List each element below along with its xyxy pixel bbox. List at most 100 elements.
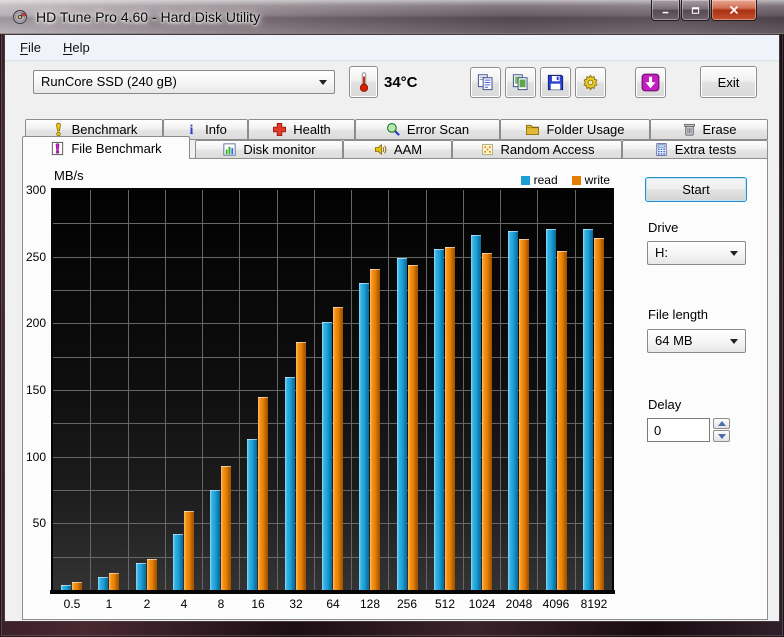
minimize-icon bbox=[660, 5, 671, 16]
tab-label: File Benchmark bbox=[71, 140, 162, 156]
svg-text:i: i bbox=[190, 122, 194, 137]
read-bar-8 bbox=[210, 490, 220, 590]
random-access-icon bbox=[480, 142, 495, 157]
disk-icon bbox=[12, 9, 28, 25]
folder-usage-icon bbox=[525, 122, 540, 137]
write-bar-1 bbox=[109, 573, 119, 590]
read-bar-2048 bbox=[508, 231, 518, 590]
read-bar-4096 bbox=[546, 229, 556, 590]
download-button[interactable] bbox=[635, 67, 666, 98]
disk-monitor-icon bbox=[222, 142, 237, 157]
window-title: HD Tune Pro 4.60 - Hard Disk Utility bbox=[36, 9, 261, 25]
maximize-icon bbox=[690, 5, 701, 16]
window-titlebar[interactable]: HD Tune Pro 4.60 - Hard Disk Utility bbox=[0, 0, 784, 34]
tab-erase[interactable]: Erase bbox=[650, 119, 768, 140]
tab-folder-usage[interactable]: Folder Usage bbox=[500, 119, 650, 140]
file-length-select-value: 64 MB bbox=[655, 333, 693, 348]
chart-baseline bbox=[50, 590, 615, 594]
spin-down-icon bbox=[717, 433, 726, 443]
read-bar-16 bbox=[247, 439, 257, 590]
copy-image-button[interactable] bbox=[505, 67, 536, 98]
maximize-button[interactable] bbox=[681, 0, 710, 21]
y-axis-labels: 50 100 150 200 250 300 bbox=[16, 183, 48, 592]
read-bar-2 bbox=[136, 563, 146, 590]
legend-swatch-read bbox=[520, 175, 530, 185]
file-length-select[interactable]: 64 MB bbox=[647, 329, 746, 353]
close-button[interactable] bbox=[711, 0, 757, 21]
y-tick-label: 250 bbox=[25, 250, 46, 264]
x-tick-label: 32 bbox=[289, 597, 303, 611]
x-tick-label: 8 bbox=[217, 597, 225, 611]
write-bar-16 bbox=[258, 397, 268, 590]
legend-item-write: write bbox=[571, 173, 610, 187]
benchmark-icon bbox=[51, 122, 66, 137]
x-tick-label: 1024 bbox=[468, 597, 496, 611]
read-bar-128 bbox=[359, 283, 369, 590]
legend-label: write bbox=[584, 173, 610, 187]
write-bar-0.5 bbox=[72, 582, 82, 590]
write-bar-8 bbox=[221, 466, 231, 590]
y-tick-label: 200 bbox=[25, 316, 46, 330]
y-tick-label: 150 bbox=[25, 383, 46, 397]
x-tick-label: 1 bbox=[105, 597, 113, 611]
copy-text-button[interactable] bbox=[470, 67, 501, 98]
settings-icon bbox=[581, 73, 600, 92]
tab-health[interactable]: Health bbox=[248, 119, 355, 140]
delay-spin-up-button[interactable] bbox=[713, 418, 730, 429]
save-button[interactable] bbox=[540, 67, 571, 98]
tab-label: Extra tests bbox=[674, 142, 737, 157]
thermometer-icon bbox=[353, 71, 375, 93]
file-length-label: File length bbox=[648, 307, 708, 322]
read-bar-512 bbox=[434, 249, 444, 590]
x-tick-label: 64 bbox=[326, 597, 340, 611]
read-bar-256 bbox=[397, 258, 407, 590]
exit-button[interactable]: Exit bbox=[700, 66, 757, 98]
y-tick-label: 300 bbox=[25, 183, 46, 197]
write-bar-8192 bbox=[594, 238, 604, 590]
screen: HD Tune Pro 4.60 - Hard Disk Utility Fil… bbox=[0, 0, 784, 637]
read-bar-32 bbox=[285, 377, 295, 590]
tab-error-scan[interactable]: Error Scan bbox=[355, 119, 500, 140]
x-tick-label: 8192 bbox=[580, 597, 608, 611]
settings-button[interactable] bbox=[575, 67, 606, 98]
x-tick-label: 16 bbox=[251, 597, 265, 611]
delay-input[interactable]: 0 bbox=[647, 418, 710, 442]
y-tick-label: 50 bbox=[32, 516, 46, 530]
dropdown-arrow-icon bbox=[730, 251, 738, 260]
tab-extra-tests[interactable]: Extra tests bbox=[622, 140, 768, 158]
tab-label: Health bbox=[293, 122, 331, 137]
health-icon bbox=[272, 122, 287, 137]
write-bar-64 bbox=[333, 307, 343, 590]
aam-icon bbox=[373, 142, 388, 157]
tab-label: Error Scan bbox=[406, 122, 470, 137]
tab-label: AAM bbox=[393, 142, 423, 157]
minimize-button[interactable] bbox=[651, 0, 680, 21]
read-bar-1024 bbox=[471, 235, 481, 590]
menu-item-help[interactable]: Help bbox=[52, 35, 101, 61]
copy-image-icon bbox=[511, 73, 530, 92]
x-tick-label: 128 bbox=[359, 597, 381, 611]
x-tick-label: 2048 bbox=[505, 597, 533, 611]
write-bar-2 bbox=[147, 559, 157, 590]
temperature-button[interactable] bbox=[349, 66, 378, 98]
write-bar-256 bbox=[408, 265, 418, 590]
download-icon bbox=[641, 73, 660, 92]
spin-up-icon bbox=[717, 417, 726, 426]
tab-aam[interactable]: AAM bbox=[343, 140, 452, 158]
menu-item-file[interactable]: File bbox=[9, 35, 52, 61]
tab-disk-monitor[interactable]: Disk monitor bbox=[195, 140, 343, 158]
tab-label: Benchmark bbox=[71, 122, 138, 137]
write-bar-512 bbox=[445, 247, 455, 590]
write-bar-128 bbox=[370, 269, 380, 590]
drive-select[interactable]: H: bbox=[647, 241, 746, 265]
tab-file-benchmark[interactable]: File Benchmark bbox=[22, 136, 190, 159]
start-button[interactable]: Start bbox=[645, 177, 747, 202]
y-axis-unit-label: MB/s bbox=[54, 168, 84, 183]
legend-label: read bbox=[533, 173, 558, 187]
delay-spin-down-button[interactable] bbox=[713, 430, 730, 442]
erase-icon bbox=[682, 122, 697, 137]
chart-plot bbox=[53, 190, 612, 590]
device-select[interactable]: RunCore SSD (240 gB) bbox=[33, 70, 335, 94]
tab-random-access[interactable]: Random Access bbox=[452, 140, 622, 158]
x-tick-label: 512 bbox=[434, 597, 456, 611]
